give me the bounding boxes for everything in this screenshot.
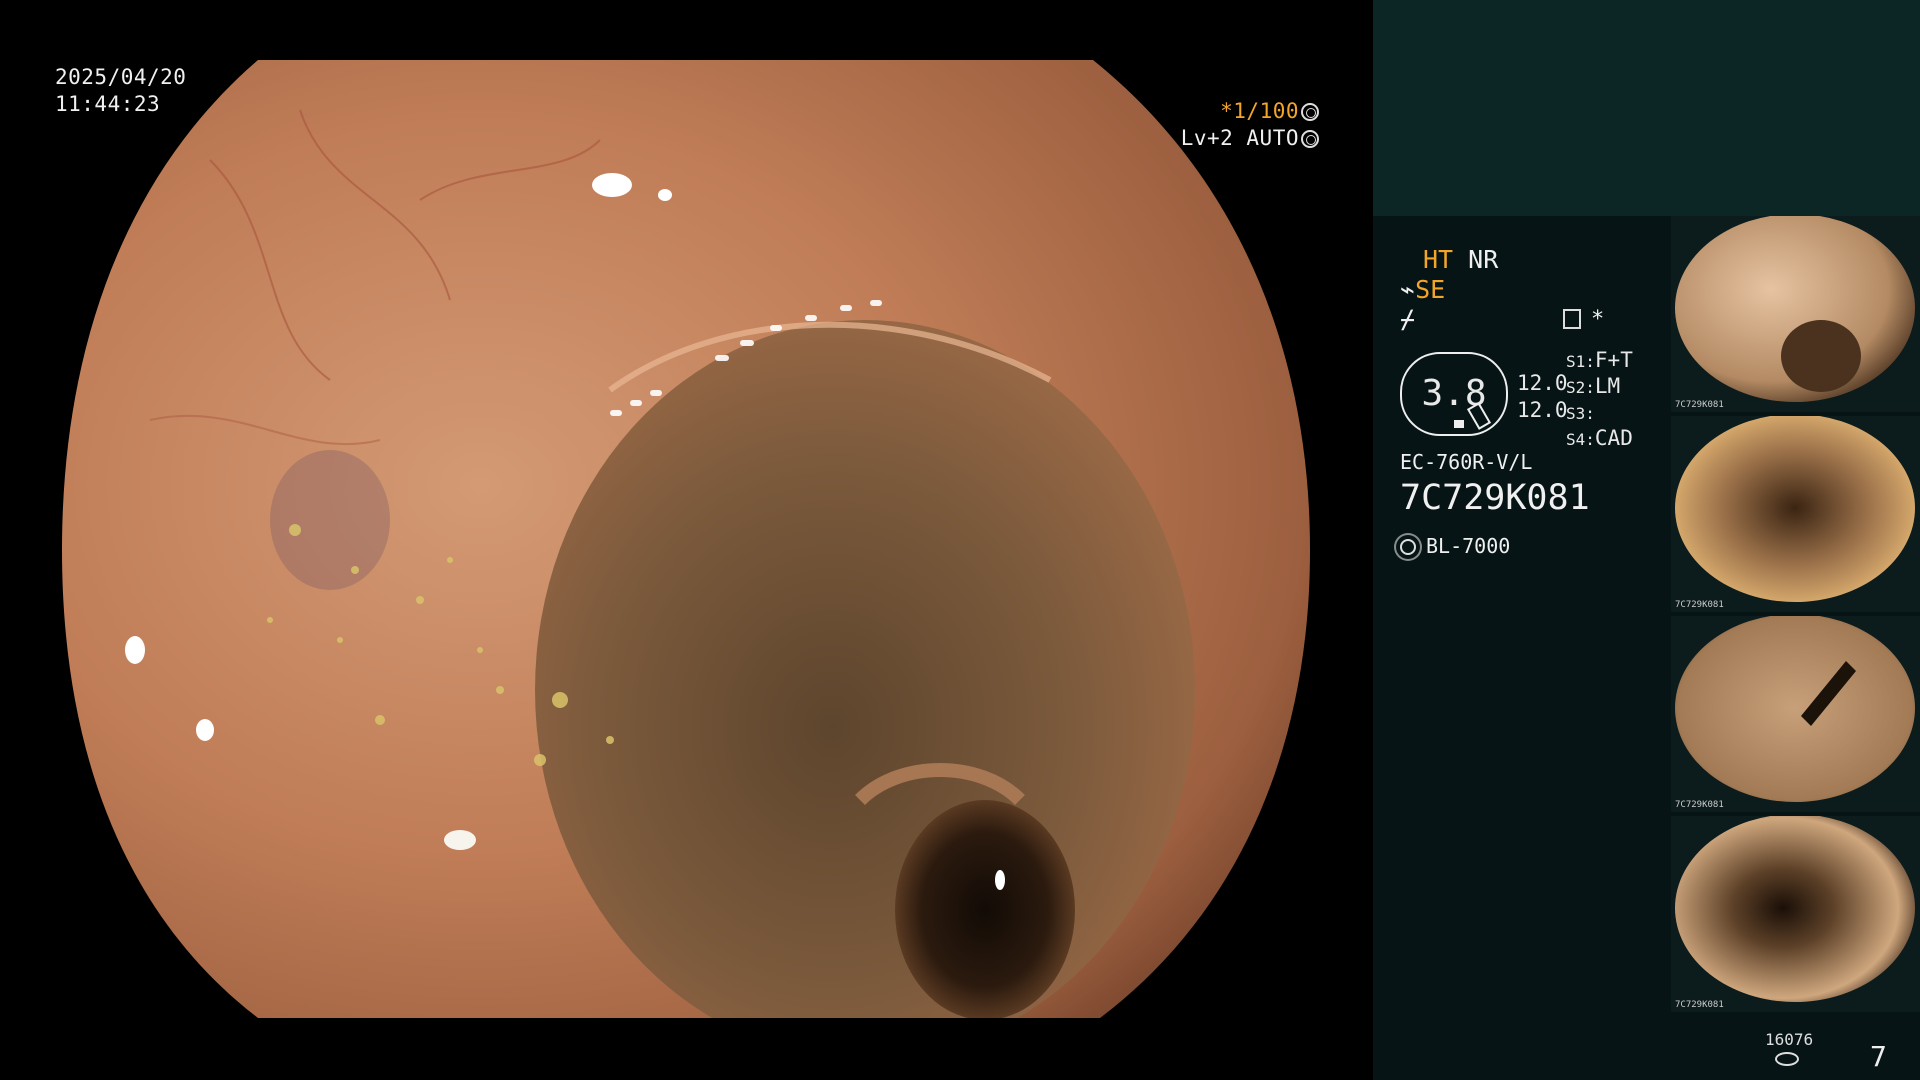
enhance-icon: ⌁ bbox=[1400, 275, 1416, 304]
light-source-label: BL-7000 bbox=[1426, 534, 1511, 558]
auto-exposure-icon bbox=[1301, 130, 1319, 148]
brightness-level-badge: 3.8 bbox=[1400, 352, 1508, 436]
page-number: 7 bbox=[1870, 1040, 1887, 1073]
endoscope-view-pane: 2025/04/20 11:44:23 *1/100 Lv+2 AUTO bbox=[0, 0, 1373, 1080]
switch-key: S3: bbox=[1566, 404, 1595, 423]
switch-key: S2: bbox=[1566, 378, 1595, 397]
side-panel: HT NR ⌁SE ⌿ * 3.8 12.0 12.0 S1:F+T S2:LM… bbox=[1373, 0, 1920, 1080]
thumbnail-image bbox=[1675, 616, 1915, 802]
gain-top: 12.0 bbox=[1517, 371, 1568, 395]
memory-row: * bbox=[1563, 306, 1604, 334]
ht-label: HT bbox=[1423, 245, 1454, 274]
camera-settings: *1/100 Lv+2 AUTO bbox=[1181, 98, 1319, 152]
brightness-level-value: 3.8 bbox=[1421, 373, 1487, 414]
gain-bottom: 12.0 bbox=[1517, 398, 1568, 422]
captured-images-strip: 7C729K081 7C729K081 7C729K081 7C729K081 bbox=[1671, 216, 1920, 1016]
scope-info-panel: HT NR ⌁SE ⌿ * 3.8 12.0 12.0 S1:F+T S2:LM… bbox=[1373, 216, 1671, 1080]
thumbnail[interactable]: 7C729K081 bbox=[1671, 416, 1920, 612]
switch-value: LM bbox=[1594, 374, 1621, 398]
switch-row: S2:LM bbox=[1566, 374, 1633, 400]
thumbnail[interactable]: 7C729K081 bbox=[1671, 616, 1920, 812]
se-label: SE bbox=[1415, 275, 1446, 304]
freeze-icon: ⌿ bbox=[1400, 305, 1416, 334]
timestamp: 2025/04/20 11:44:23 bbox=[55, 64, 186, 118]
scope-serial: 7C729K081 bbox=[1400, 478, 1590, 518]
switch-value: F+T bbox=[1594, 348, 1633, 372]
thumbnail-image bbox=[1675, 416, 1915, 602]
storage-icon bbox=[1775, 1052, 1799, 1066]
thumbnail[interactable]: 7C729K081 bbox=[1671, 216, 1920, 412]
shutter-text: *1/100 bbox=[1220, 99, 1299, 123]
thumbnail-caption: 7C729K081 bbox=[1675, 600, 1724, 610]
level-dot-icon bbox=[1454, 420, 1464, 428]
asterisk-label: * bbox=[1591, 307, 1605, 332]
date-text: 2025/04/20 bbox=[55, 65, 187, 89]
thumbnail-image bbox=[1675, 816, 1915, 1002]
switch-value: CAD bbox=[1594, 426, 1633, 450]
exposure-text: Lv+2 AUTO bbox=[1180, 126, 1299, 150]
memory-icon bbox=[1563, 309, 1581, 329]
time-text: 11:44:23 bbox=[55, 92, 161, 116]
nr-label: NR bbox=[1468, 245, 1499, 274]
endoscope-image bbox=[62, 60, 1310, 1018]
gain-values: 12.0 12.0 bbox=[1517, 370, 1568, 424]
thumbnail-caption: 7C729K081 bbox=[1675, 400, 1724, 410]
thumbnail-caption: 7C729K081 bbox=[1675, 1000, 1724, 1010]
light-source-icon bbox=[1400, 539, 1416, 555]
top-panel-block bbox=[1373, 0, 1920, 216]
ht-nr-row: HT NR bbox=[1423, 246, 1498, 274]
se-row: ⌁SE bbox=[1400, 276, 1445, 304]
light-source-row: BL-7000 bbox=[1400, 532, 1510, 560]
switch-assignments: S1:F+T S2:LM S3: S4:CAD bbox=[1566, 348, 1633, 452]
scope-model: EC-760R-V/L bbox=[1400, 450, 1533, 474]
thumbnail-caption: 7C729K081 bbox=[1675, 800, 1724, 810]
image-count: 16076 bbox=[1765, 1030, 1814, 1049]
switch-row: S3: bbox=[1566, 400, 1633, 426]
switch-key: S1: bbox=[1566, 352, 1595, 371]
switch-row: S4:CAD bbox=[1566, 426, 1633, 452]
thumbnail-image bbox=[1675, 216, 1915, 402]
switch-key: S4: bbox=[1566, 430, 1595, 449]
shutter-icon bbox=[1301, 103, 1319, 121]
switch-row: S1:F+T bbox=[1566, 348, 1633, 374]
thumbnail[interactable]: 7C729K081 bbox=[1671, 816, 1920, 1012]
